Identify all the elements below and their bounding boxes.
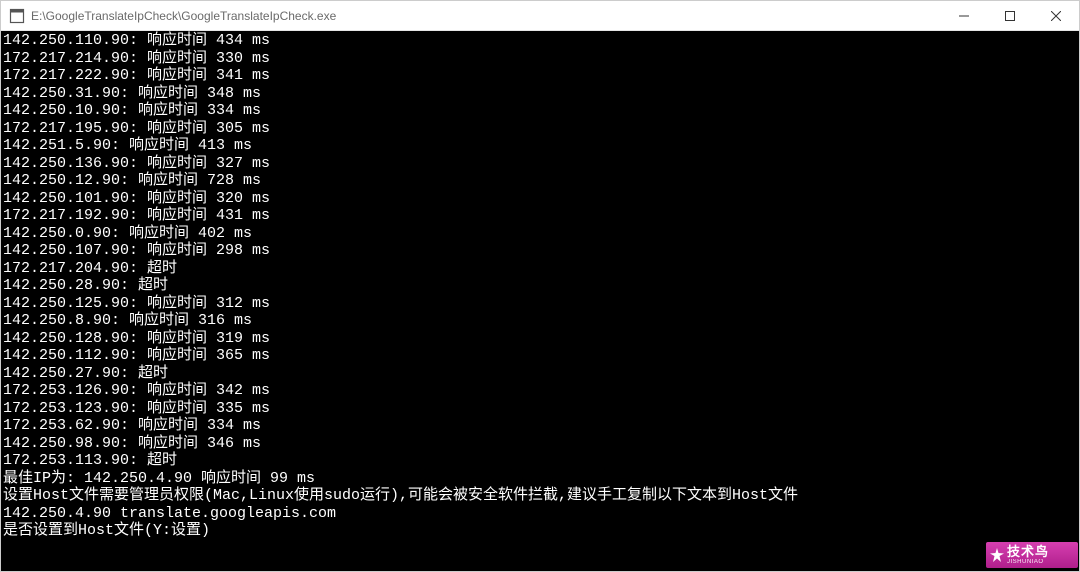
window-title: E:\GoogleTranslateIpCheck\GoogleTranslat… [31, 9, 941, 23]
maximize-button[interactable] [987, 1, 1033, 30]
terminal-output[interactable]: 142.250.110.90: 响应时间 434 ms 172.217.214.… [1, 31, 1079, 571]
watermark-badge: 技术鸟 JISHUNIAO [986, 542, 1078, 568]
watermark-main: 技术鸟 [1007, 545, 1049, 558]
close-button[interactable] [1033, 1, 1079, 30]
titlebar[interactable]: E:\GoogleTranslateIpCheck\GoogleTranslat… [1, 1, 1079, 31]
watermark-sub: JISHUNIAO [1007, 559, 1049, 565]
window-controls [941, 1, 1079, 30]
app-icon [9, 8, 25, 24]
app-window: E:\GoogleTranslateIpCheck\GoogleTranslat… [0, 0, 1080, 572]
spark-icon [990, 548, 1004, 562]
minimize-button[interactable] [941, 1, 987, 30]
